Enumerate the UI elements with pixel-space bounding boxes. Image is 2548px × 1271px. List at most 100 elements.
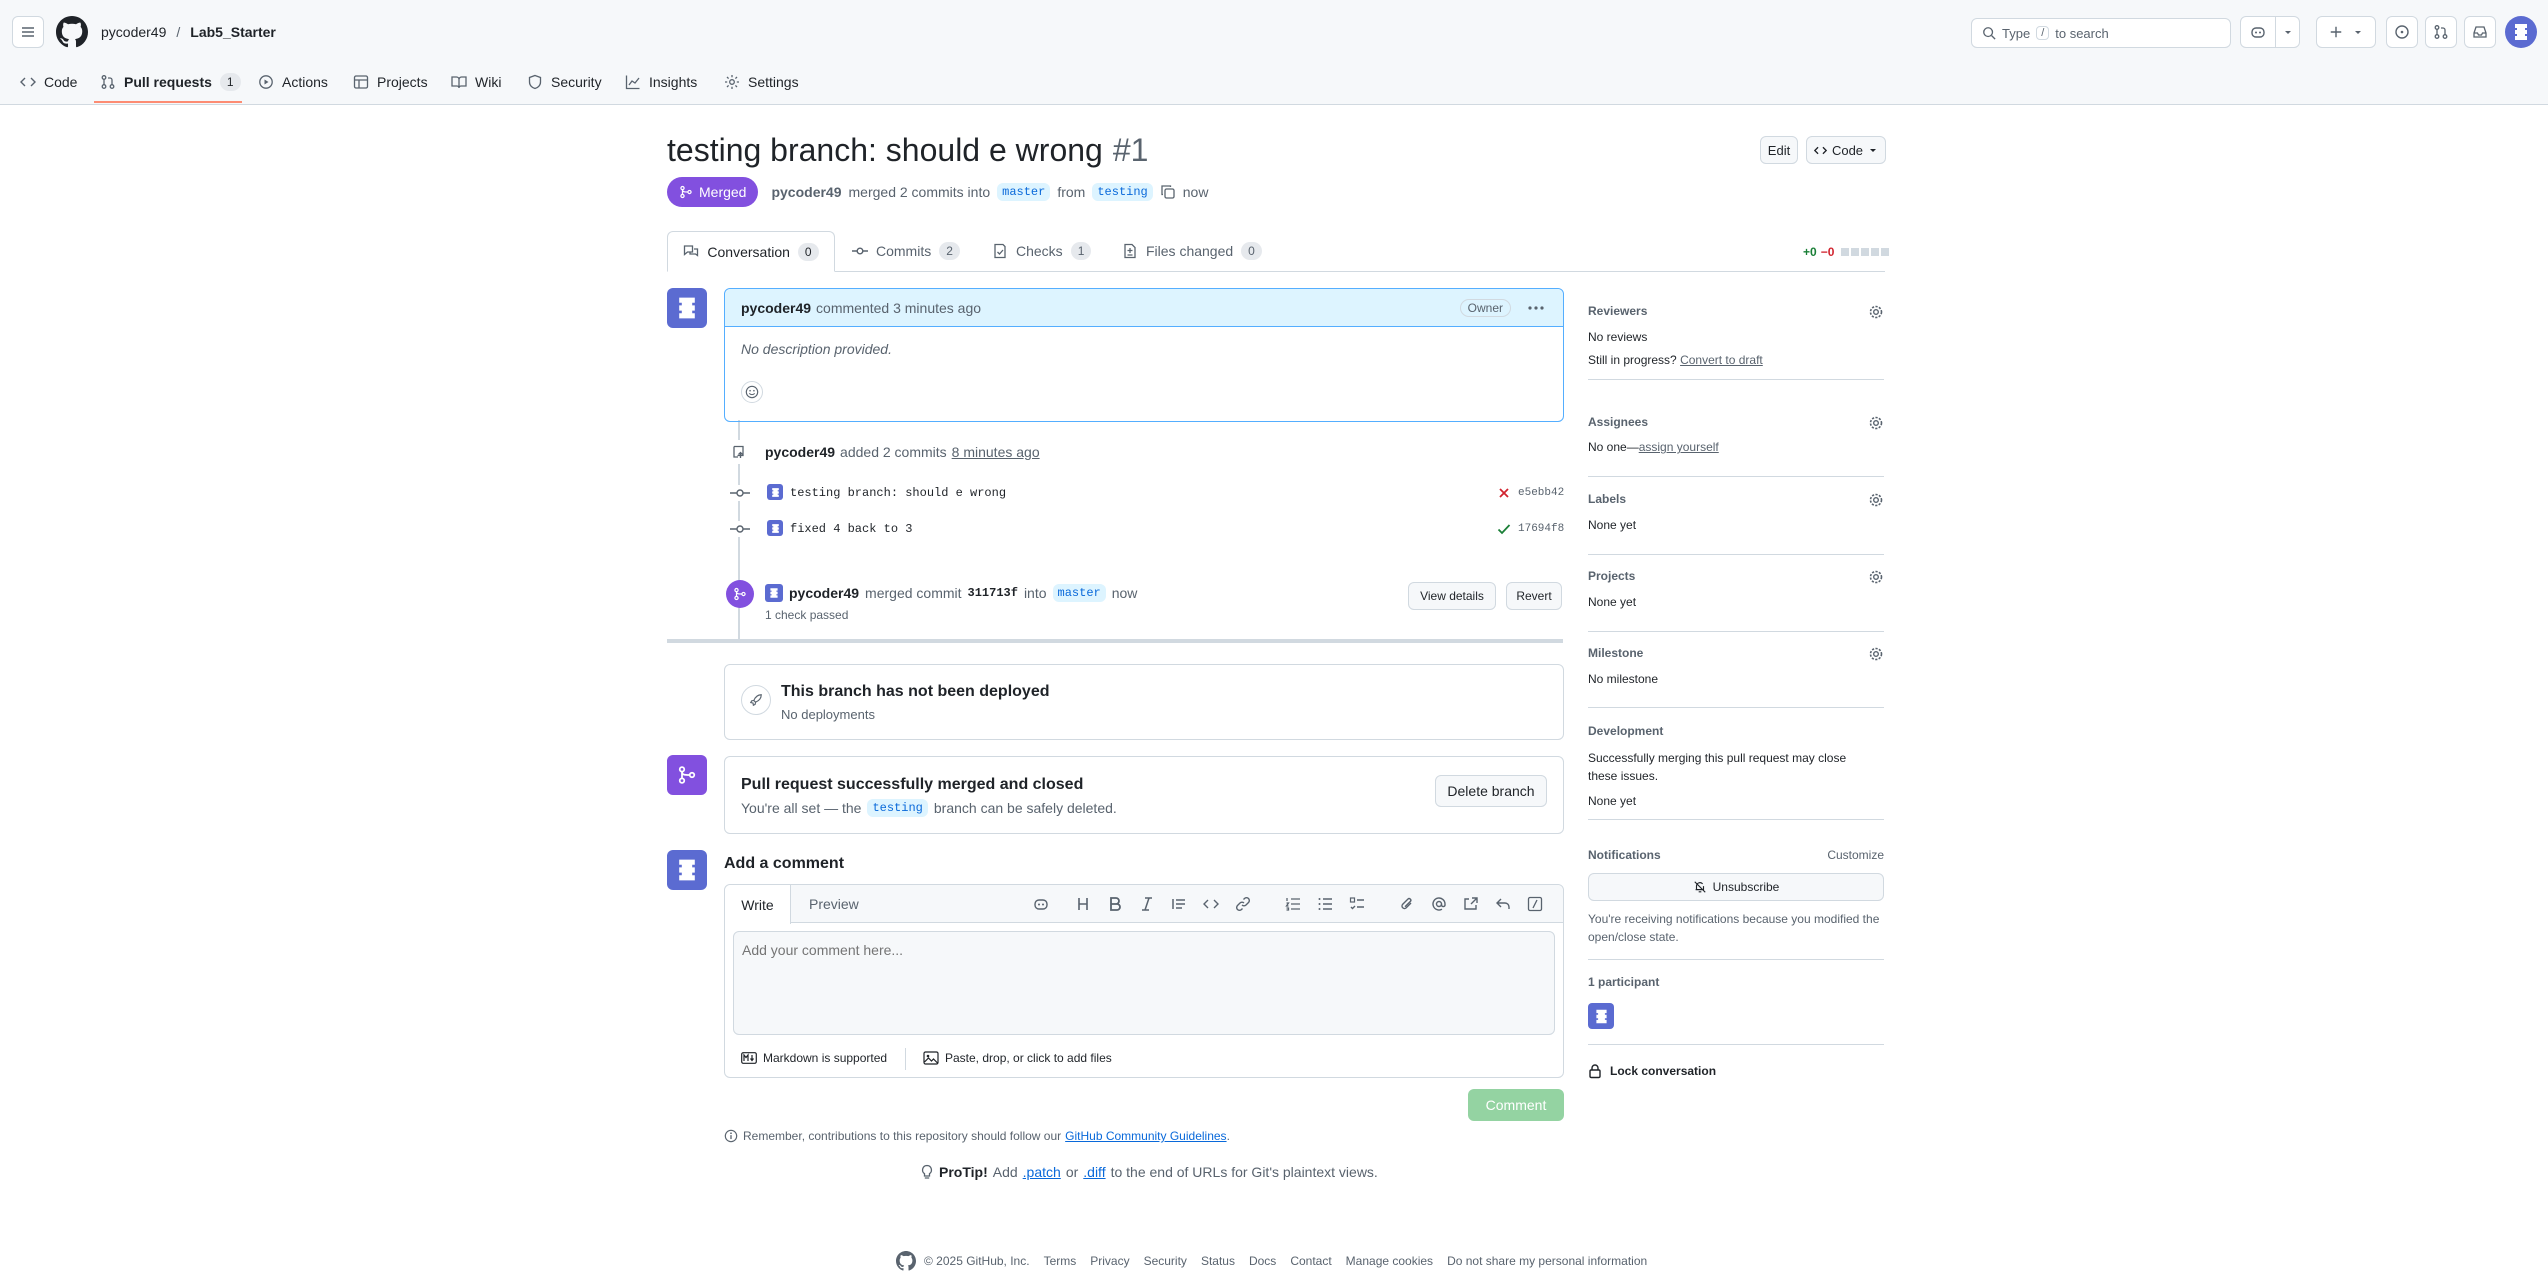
tasklist-icon[interactable] xyxy=(1349,896,1365,912)
tab-files-changed[interactable]: Files changed 0 xyxy=(1122,242,1262,260)
base-branch[interactable]: master xyxy=(997,183,1051,201)
add-reaction-button[interactable] xyxy=(741,381,763,403)
pr-author-link[interactable]: pycoder49 xyxy=(771,184,841,200)
tab-settings[interactable]: Settings xyxy=(724,64,799,100)
tab-preview[interactable]: Preview xyxy=(809,896,859,912)
diff-link[interactable]: .diff xyxy=(1083,1164,1105,1180)
footer-link-docs[interactable]: Docs xyxy=(1249,1254,1276,1268)
inbox-button[interactable] xyxy=(2464,16,2496,48)
milestone-title[interactable]: Milestone xyxy=(1588,646,1884,660)
comment-author-link[interactable]: pycoder49 xyxy=(741,300,811,316)
tab-actions[interactable]: Actions xyxy=(258,64,328,100)
edit-title-button[interactable]: Edit xyxy=(1760,136,1798,164)
revert-button[interactable]: Revert xyxy=(1506,582,1562,610)
merge-event-avatar[interactable] xyxy=(765,584,783,602)
markdown-supported-link[interactable]: Markdown is supported xyxy=(741,1051,887,1065)
footer-link-do-not-share[interactable]: Do not share my personal information xyxy=(1447,1254,1647,1268)
gear-icon[interactable] xyxy=(1868,415,1884,431)
convert-to-draft-link[interactable]: Convert to draft xyxy=(1680,353,1763,367)
cross-reference-icon[interactable] xyxy=(1463,896,1479,912)
pull-requests-button[interactable] xyxy=(2425,16,2457,48)
copilot-icon[interactable] xyxy=(1033,896,1049,912)
repo-name-link[interactable]: Lab5_Starter xyxy=(190,24,276,40)
tab-checks[interactable]: Checks 1 xyxy=(992,242,1092,260)
commit-message-1[interactable]: testing branch: should e wrong xyxy=(790,486,1006,500)
comment-textarea[interactable] xyxy=(733,931,1555,1035)
head-branch[interactable]: testing xyxy=(1092,183,1153,201)
x-icon[interactable] xyxy=(1498,487,1510,499)
commits-event-time[interactable]: 8 minutes ago xyxy=(952,444,1040,460)
labels-title[interactable]: Labels xyxy=(1588,492,1884,506)
unsubscribe-button[interactable]: Unsubscribe xyxy=(1588,873,1884,901)
gear-icon[interactable] xyxy=(1868,646,1884,662)
reviewers-title[interactable]: Reviewers xyxy=(1588,304,1884,318)
commit-sha-1[interactable]: e5ebb42 xyxy=(1518,487,1564,499)
current-user-avatar[interactable] xyxy=(667,850,707,890)
tab-wiki[interactable]: Wiki xyxy=(451,64,501,100)
delete-branch-button[interactable]: Delete branch xyxy=(1435,775,1547,807)
repo-owner-link[interactable]: pycoder49 xyxy=(101,24,166,40)
search-input[interactable]: Type / to search xyxy=(1971,18,2231,48)
merge-target-branch[interactable]: master xyxy=(1052,584,1106,602)
commit-avatar[interactable] xyxy=(767,520,783,536)
footer-link-privacy[interactable]: Privacy xyxy=(1090,1254,1129,1268)
user-avatar[interactable] xyxy=(2505,16,2537,48)
gear-icon[interactable] xyxy=(1868,492,1884,508)
commits-event-author[interactable]: pycoder49 xyxy=(765,444,835,460)
kebab-horizontal-icon[interactable] xyxy=(1527,300,1545,316)
menu-button[interactable] xyxy=(12,16,44,48)
italic-icon[interactable] xyxy=(1139,896,1155,912)
github-logo-icon[interactable] xyxy=(56,16,88,48)
view-details-button[interactable]: View details xyxy=(1408,582,1496,610)
code-dropdown-button[interactable]: Code xyxy=(1806,136,1886,164)
tab-security[interactable]: Security xyxy=(527,64,602,100)
assign-yourself-link[interactable]: assign yourself xyxy=(1639,440,1719,454)
issues-button[interactable] xyxy=(2386,16,2418,48)
gear-icon[interactable] xyxy=(1868,304,1884,320)
commit-sha-2[interactable]: 17694f8 xyxy=(1518,523,1564,535)
commit-message-2[interactable]: fixed 4 back to 3 xyxy=(790,522,912,536)
merged-box-branch[interactable]: testing xyxy=(867,799,928,817)
tab-code[interactable]: Code xyxy=(20,64,77,100)
bold-icon[interactable] xyxy=(1107,896,1123,912)
copy-icon[interactable] xyxy=(1160,184,1176,200)
gear-icon[interactable] xyxy=(1868,569,1884,585)
merge-event-author[interactable]: pycoder49 xyxy=(789,585,859,601)
mention-icon[interactable] xyxy=(1431,896,1447,912)
tab-pull-requests[interactable]: Pull requests 1 xyxy=(100,64,241,100)
customize-notifications-link[interactable]: Customize xyxy=(1827,848,1884,862)
attach-files-link[interactable]: Paste, drop, or click to add files xyxy=(923,1051,1112,1065)
tab-write[interactable]: Write xyxy=(725,885,791,924)
paperclip-icon[interactable] xyxy=(1399,896,1415,912)
copilot-button[interactable] xyxy=(2240,16,2300,48)
comment-author-avatar[interactable] xyxy=(667,288,707,328)
tab-projects[interactable]: Projects xyxy=(353,64,428,100)
footer-link-security[interactable]: Security xyxy=(1144,1254,1187,1268)
github-logo-icon[interactable] xyxy=(896,1251,916,1271)
footer-link-status[interactable]: Status xyxy=(1201,1254,1235,1268)
merge-commit-sha[interactable]: 311713f xyxy=(968,586,1018,600)
tab-insights[interactable]: Insights xyxy=(625,64,697,100)
check-icon[interactable] xyxy=(1497,523,1511,535)
slash-command-icon[interactable] xyxy=(1527,896,1543,912)
assignees-title[interactable]: Assignees xyxy=(1588,415,1884,429)
unordered-list-icon[interactable] xyxy=(1317,896,1333,912)
create-new-button[interactable] xyxy=(2316,16,2376,48)
reply-icon[interactable] xyxy=(1495,896,1511,912)
projects-title[interactable]: Projects xyxy=(1588,569,1884,583)
lock-conversation-link[interactable]: Lock conversation xyxy=(1588,1063,1716,1079)
participant-avatar[interactable] xyxy=(1588,1003,1614,1029)
heading-icon[interactable] xyxy=(1075,896,1091,912)
footer-link-terms[interactable]: Terms xyxy=(1044,1254,1077,1268)
commit-avatar[interactable] xyxy=(767,484,783,500)
footer-link-contact[interactable]: Contact xyxy=(1290,1254,1331,1268)
footer-link-manage-cookies[interactable]: Manage cookies xyxy=(1346,1254,1433,1268)
ordered-list-icon[interactable] xyxy=(1285,896,1301,912)
comment-submit-button[interactable]: Comment xyxy=(1468,1089,1564,1121)
code-icon[interactable] xyxy=(1203,896,1219,912)
patch-link[interactable]: .patch xyxy=(1023,1164,1061,1180)
quote-icon[interactable] xyxy=(1171,896,1187,912)
link-icon[interactable] xyxy=(1235,896,1251,912)
tab-conversation[interactable]: Conversation 0 xyxy=(667,231,835,272)
community-guidelines-link[interactable]: GitHub Community Guidelines xyxy=(1065,1129,1226,1143)
